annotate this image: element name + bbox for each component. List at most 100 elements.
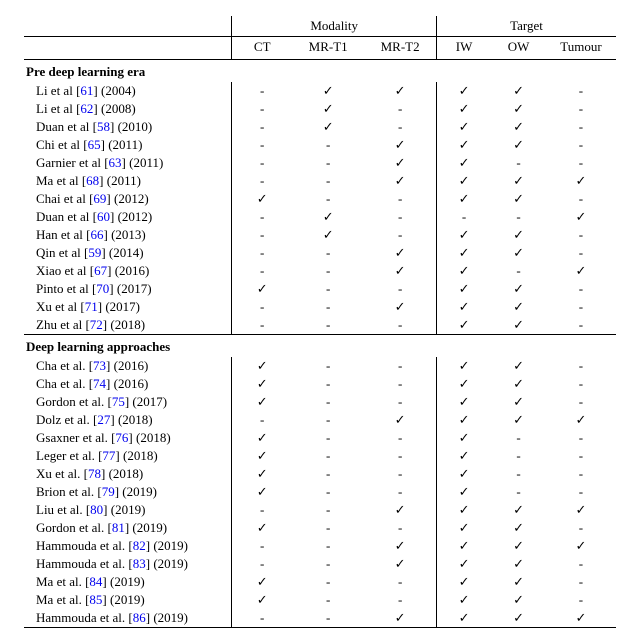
mrt1-cell: -: [292, 262, 364, 280]
citation-link[interactable]: 70: [96, 281, 109, 296]
citation-link[interactable]: 78: [88, 466, 101, 481]
reference-cell: Garnier et al [63] (2011): [24, 154, 232, 172]
citation-link[interactable]: 84: [89, 574, 102, 589]
mrt2-cell: -: [364, 393, 436, 411]
ow-cell: -: [491, 465, 546, 483]
iw-cell: ✓: [437, 483, 492, 501]
mrt2-cell: -: [364, 573, 436, 591]
mrt2-cell: -: [364, 226, 436, 244]
mrt1-cell: ✓: [292, 226, 364, 244]
ct-cell: ✓: [232, 447, 292, 465]
citation-link[interactable]: 67: [94, 263, 107, 278]
citation-link[interactable]: 74: [93, 376, 106, 391]
iw-cell: ✓: [437, 262, 492, 280]
mrt1-cell: -: [292, 375, 364, 393]
citation-link[interactable]: 71: [85, 299, 98, 314]
ow-cell: ✓: [491, 555, 546, 573]
ct-cell: -: [232, 537, 292, 555]
ct-cell: ✓: [232, 429, 292, 447]
citation-link[interactable]: 58: [97, 119, 110, 134]
citation-link[interactable]: 86: [133, 610, 146, 625]
citation-link[interactable]: 27: [97, 412, 110, 427]
citation-link[interactable]: 76: [115, 430, 128, 445]
citation-link[interactable]: 59: [88, 245, 101, 260]
citation-link[interactable]: 65: [88, 137, 101, 152]
mrt1-cell: -: [292, 573, 364, 591]
mrt2-cell: ✓: [364, 262, 436, 280]
citation-link[interactable]: 61: [80, 83, 93, 98]
ct-cell: -: [232, 411, 292, 429]
ow-cell: ✓: [491, 591, 546, 609]
tumour-cell: ✓: [546, 501, 616, 519]
iw-cell: ✓: [437, 429, 492, 447]
citation-link[interactable]: 81: [112, 520, 125, 535]
citation-link[interactable]: 60: [97, 209, 110, 224]
reference-cell: Chi et al [65] (2011): [24, 136, 232, 154]
citation-link[interactable]: 73: [93, 358, 106, 373]
mrt1-cell: -: [292, 154, 364, 172]
iw-cell: ✓: [437, 393, 492, 411]
mrt1-cell: -: [292, 465, 364, 483]
iw-cell: ✓: [437, 573, 492, 591]
citation-link[interactable]: 63: [109, 155, 122, 170]
modality-group-header: Modality: [232, 16, 437, 37]
mrt1-cell: -: [292, 190, 364, 208]
ct-cell: -: [232, 136, 292, 154]
tumour-cell: -: [546, 375, 616, 393]
citation-link[interactable]: 72: [90, 317, 103, 332]
ct-cell: ✓: [232, 357, 292, 375]
iw-cell: ✓: [437, 298, 492, 316]
iw-cell: ✓: [437, 411, 492, 429]
ct-cell: ✓: [232, 483, 292, 501]
citation-link[interactable]: 68: [86, 173, 99, 188]
citation-link[interactable]: 75: [112, 394, 125, 409]
ct-cell: -: [232, 609, 292, 628]
ct-cell: -: [232, 118, 292, 136]
ct-cell: ✓: [232, 573, 292, 591]
mrt1-cell: -: [292, 429, 364, 447]
tumour-cell: -: [546, 573, 616, 591]
iw-cell: ✓: [437, 100, 492, 118]
citation-link[interactable]: 62: [80, 101, 93, 116]
iw-cell: ✓: [437, 316, 492, 335]
ow-cell: ✓: [491, 118, 546, 136]
iw-cell: ✓: [437, 244, 492, 262]
citation-link[interactable]: 83: [133, 556, 146, 571]
mrt1-cell: -: [292, 501, 364, 519]
reference-cell: Hammouda et al. [82] (2019): [24, 537, 232, 555]
mrt1-cell: -: [292, 591, 364, 609]
tumour-cell: -: [546, 280, 616, 298]
mrt2-cell: -: [364, 447, 436, 465]
citation-link[interactable]: 69: [93, 191, 106, 206]
ow-cell: ✓: [491, 280, 546, 298]
ct-cell: -: [232, 154, 292, 172]
iw-cell: ✓: [437, 226, 492, 244]
reference-cell: Brion et al. [79] (2019): [24, 483, 232, 501]
tumour-cell: -: [546, 357, 616, 375]
mrt1-cell: ✓: [292, 208, 364, 226]
section-header: Deep learning approaches: [24, 335, 616, 358]
ct-cell: -: [232, 82, 292, 100]
ow-cell: ✓: [491, 537, 546, 555]
tumour-cell: ✓: [546, 609, 616, 628]
tumour-cell: ✓: [546, 262, 616, 280]
citation-link[interactable]: 85: [89, 592, 102, 607]
tumour-cell: -: [546, 154, 616, 172]
citation-link[interactable]: 79: [102, 484, 115, 499]
tumour-cell: -: [546, 591, 616, 609]
iw-cell: ✓: [437, 447, 492, 465]
citation-link[interactable]: 77: [102, 448, 115, 463]
mrt2-cell: ✓: [364, 298, 436, 316]
citation-link[interactable]: 80: [90, 502, 103, 517]
tumour-cell: -: [546, 82, 616, 100]
ow-cell: -: [491, 154, 546, 172]
mrt1-cell: -: [292, 537, 364, 555]
mrt2-cell: ✓: [364, 172, 436, 190]
citation-link[interactable]: 82: [133, 538, 146, 553]
reference-cell: Gordon et al. [81] (2019): [24, 519, 232, 537]
tumour-cell: -: [546, 429, 616, 447]
iw-cell: ✓: [437, 501, 492, 519]
ow-cell: ✓: [491, 244, 546, 262]
ow-cell: ✓: [491, 357, 546, 375]
citation-link[interactable]: 66: [91, 227, 104, 242]
